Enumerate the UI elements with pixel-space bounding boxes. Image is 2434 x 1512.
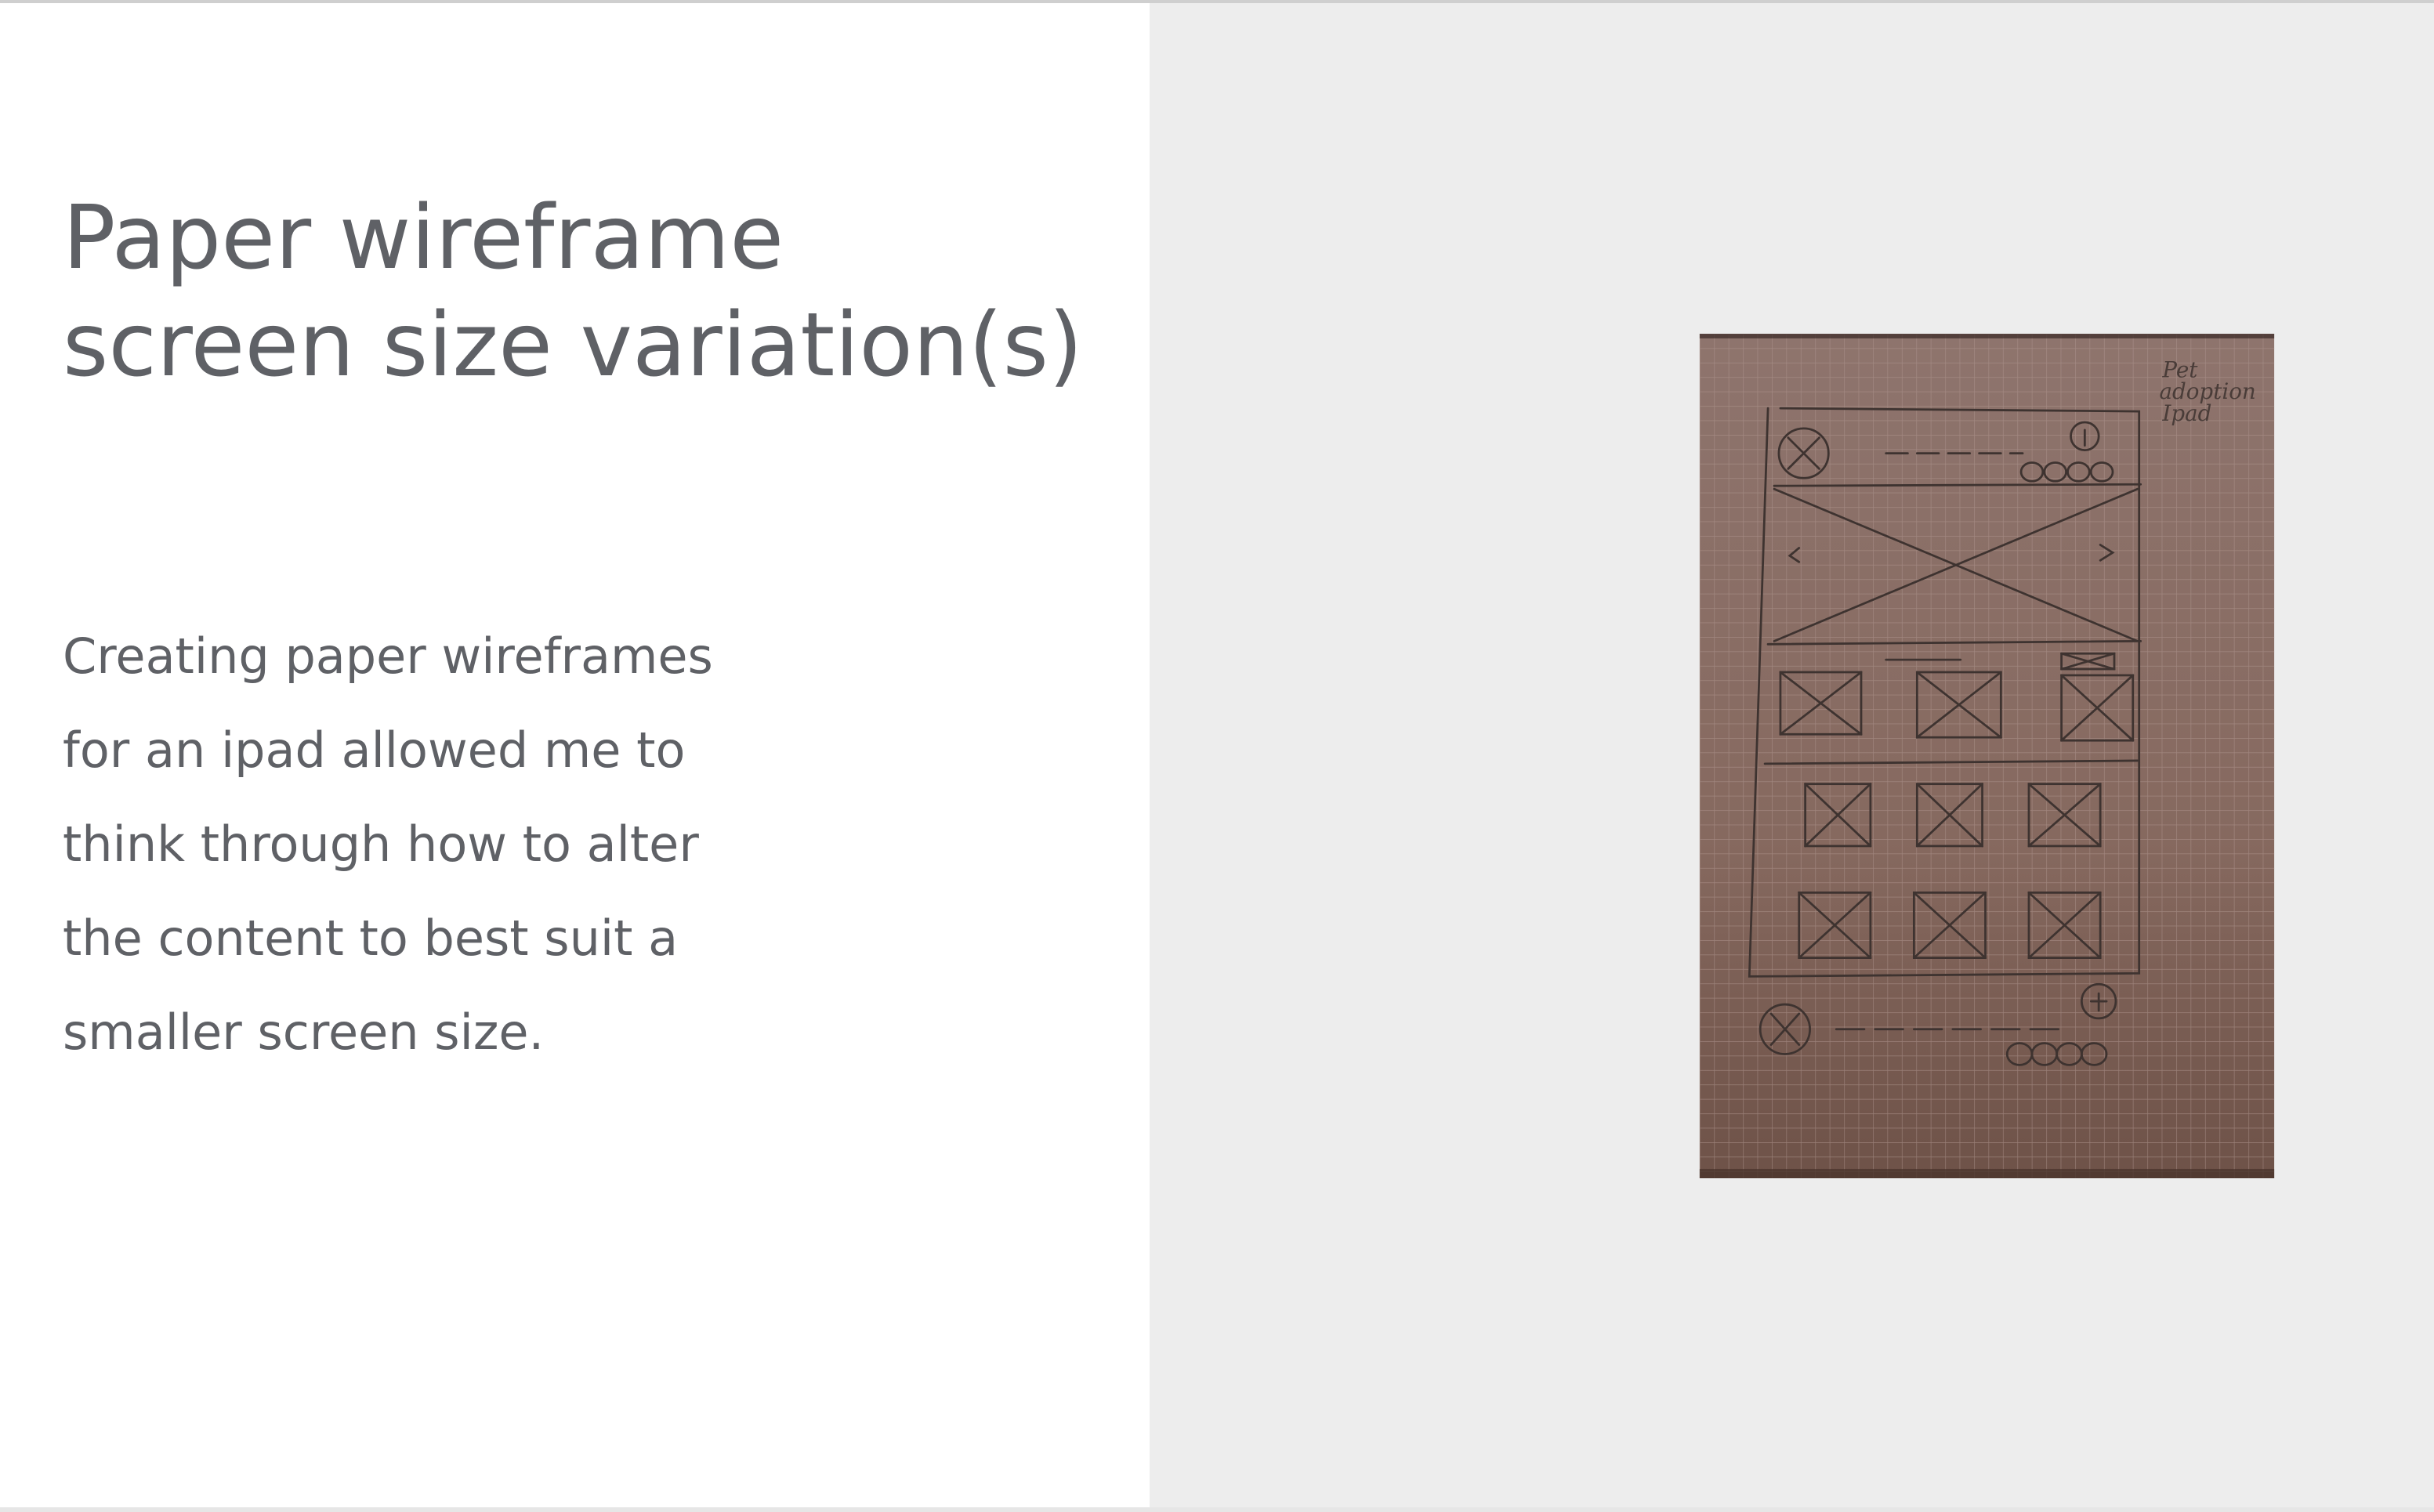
body-line-5: smaller screen size. — [63, 1004, 545, 1061]
body-line-2: for an ipad allowed me to — [63, 722, 686, 779]
note-line-3: Ipad — [2161, 400, 2211, 426]
body-line-4: the content to best suit a — [63, 910, 679, 967]
grid-lines — [1699, 334, 2275, 1178]
photo-bottom-edge — [1699, 1169, 2275, 1178]
body-line-1: Creating paper wireframes — [63, 628, 713, 685]
body-line-3: think through how to alter — [63, 816, 699, 873]
title-line-2: screen size variation(s) — [63, 295, 1083, 396]
slide-title: Paper wireframe screen size variation(s) — [63, 185, 1113, 400]
bottom-divider — [0, 1507, 2434, 1512]
slide: Paper wireframe screen size variation(s)… — [0, 0, 2434, 1512]
paper-wireframe-photo: Pet adoption Ipad — [1699, 334, 2275, 1178]
header-divider — [1773, 483, 2142, 487]
slide-body-text: Creating paper wireframes for an ipad al… — [63, 610, 768, 1080]
photo-top-edge — [1699, 334, 2275, 338]
left-panel: Paper wireframe screen size variation(s)… — [0, 3, 1150, 1507]
title-line-1: Paper wireframe — [63, 187, 784, 289]
